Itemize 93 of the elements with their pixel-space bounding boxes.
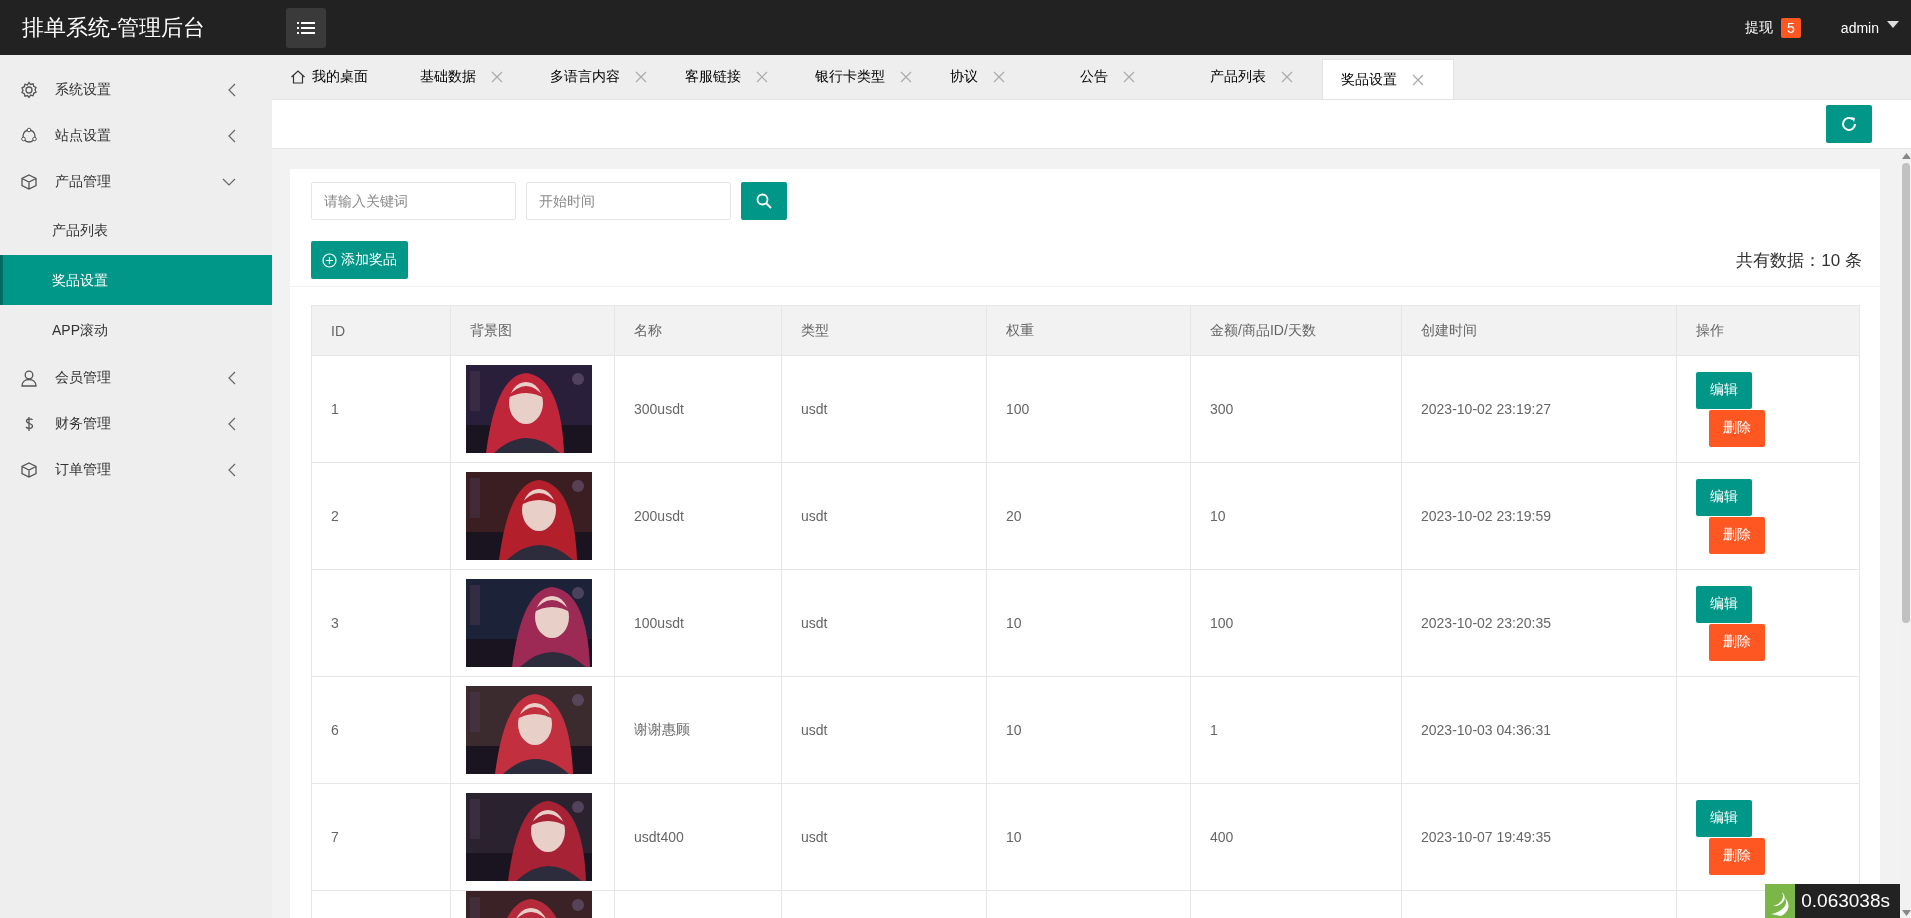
edit-button[interactable]: 编辑 bbox=[1696, 585, 1752, 623]
refresh-button[interactable] bbox=[1826, 105, 1872, 143]
column-header: ID bbox=[311, 305, 451, 356]
tab[interactable]: 协议 bbox=[932, 55, 1062, 99]
tab[interactable]: 基础数据 bbox=[402, 55, 532, 99]
caret-icon bbox=[1887, 21, 1899, 28]
refresh-icon bbox=[1840, 115, 1858, 133]
total-count: 共有数据：10 条 bbox=[1736, 249, 1862, 272]
table-cell: 7 bbox=[331, 829, 339, 845]
sidebar-item[interactable]: 会员管理 bbox=[0, 355, 272, 401]
user-icon bbox=[20, 369, 38, 387]
scroll-down-icon[interactable] bbox=[1901, 910, 1911, 916]
close-icon bbox=[900, 71, 912, 83]
app-title: 排单系统-管理后台 bbox=[21, 13, 207, 42]
sidebar-subitem[interactable]: 奖品设置 bbox=[0, 255, 272, 305]
menu-button[interactable] bbox=[286, 7, 326, 48]
tab[interactable]: 公告 bbox=[1062, 55, 1192, 99]
search-button[interactable] bbox=[741, 182, 787, 220]
scroll-up-icon[interactable] bbox=[1901, 153, 1911, 159]
tab[interactable]: 客服链接 bbox=[667, 55, 797, 99]
table-cell: 2 bbox=[331, 508, 339, 524]
table-cell: 谢谢惠顾 bbox=[634, 721, 690, 737]
close-icon bbox=[491, 71, 503, 83]
sidebar-item[interactable]: 站点设置 bbox=[0, 113, 272, 159]
column-header: 创建时间 bbox=[1401, 305, 1677, 356]
table-cell: usdt bbox=[801, 615, 828, 631]
edit-button[interactable]: 编辑 bbox=[1696, 371, 1752, 409]
close-icon bbox=[993, 71, 1005, 83]
table-cell: 10 bbox=[1006, 829, 1022, 845]
network-icon bbox=[20, 127, 38, 145]
withdraw-link[interactable]: 提现 bbox=[1745, 18, 1774, 37]
tab[interactable]: 奖品设置 bbox=[1322, 59, 1454, 99]
tab[interactable]: 银行卡类型 bbox=[797, 55, 932, 99]
timer-badge: 0.063038s bbox=[1765, 884, 1900, 918]
gear-icon bbox=[20, 81, 38, 99]
table-cell: 100 bbox=[1006, 401, 1030, 417]
table-cell: 2023-10-03 04:36:31 bbox=[1421, 722, 1551, 738]
table-cell: 300usdt bbox=[634, 401, 684, 417]
add-prize-button[interactable]: 添加奖品 bbox=[311, 241, 408, 279]
close-icon bbox=[756, 71, 768, 83]
edit-button[interactable]: 编辑 bbox=[1696, 478, 1752, 516]
close-icon bbox=[1123, 71, 1135, 83]
table-cell: usdt bbox=[801, 829, 828, 845]
table-cell: usdt bbox=[801, 401, 828, 417]
plus-circle-icon bbox=[322, 252, 337, 268]
column-header: 权重 bbox=[986, 305, 1191, 356]
keyword-field[interactable]: 请输入关键词 bbox=[311, 182, 516, 220]
close-icon bbox=[1281, 71, 1293, 83]
tab[interactable]: 产品列表 bbox=[1192, 55, 1322, 99]
table-cell: 10 bbox=[1006, 722, 1022, 738]
table-cell: 2023-10-02 23:19:59 bbox=[1421, 508, 1551, 524]
edit-button[interactable]: 编辑 bbox=[1696, 799, 1752, 837]
start-time-field[interactable]: 开始时间 bbox=[526, 182, 731, 220]
table-cell: 2023-10-02 23:20:35 bbox=[1421, 615, 1551, 631]
table-cell: 100usdt bbox=[634, 615, 684, 631]
table-cell: 100 bbox=[1210, 615, 1234, 631]
table-cell: usdt bbox=[801, 722, 828, 738]
user-menu[interactable]: admin bbox=[1840, 19, 1879, 36]
sidebar-subitem[interactable]: 产品列表 bbox=[0, 205, 272, 255]
table-cell: 20 bbox=[1006, 508, 1022, 524]
table-cell: 10 bbox=[1210, 508, 1226, 524]
table-cell: 400 bbox=[1210, 829, 1234, 845]
table-cell: usdt bbox=[801, 508, 828, 524]
close-icon bbox=[635, 71, 647, 83]
home-icon bbox=[290, 69, 306, 85]
sidebar-item[interactable]: 财务管理 bbox=[0, 401, 272, 447]
table-cell: 2023-10-02 23:19:27 bbox=[1421, 401, 1551, 417]
table-cell: 300 bbox=[1210, 401, 1234, 417]
tab[interactable]: 多语言内容 bbox=[532, 55, 667, 99]
table-cell: 200usdt bbox=[634, 508, 684, 524]
sidebar-subitem[interactable]: APP滚动 bbox=[0, 305, 272, 355]
count-badge: 5 bbox=[1781, 17, 1801, 38]
close-icon bbox=[1412, 73, 1424, 86]
table-cell: 1 bbox=[1210, 722, 1218, 738]
cube-icon bbox=[20, 173, 38, 191]
column-header: 类型 bbox=[781, 305, 987, 356]
table-cell: 1 bbox=[331, 401, 339, 417]
menu-icon bbox=[297, 20, 315, 35]
column-header: 背景图 bbox=[450, 305, 615, 356]
column-header: 金额/商品ID/天数 bbox=[1190, 305, 1402, 356]
table-cell: 3 bbox=[331, 615, 339, 631]
table-cell: usdt400 bbox=[634, 829, 684, 845]
cube-icon bbox=[20, 461, 38, 479]
tab[interactable]: 我的桌面 bbox=[272, 55, 402, 99]
table-cell: 6 bbox=[331, 722, 339, 738]
search-icon bbox=[756, 193, 772, 209]
column-header: 操作 bbox=[1676, 305, 1860, 356]
table-cell: 10 bbox=[1006, 615, 1022, 631]
column-header: 名称 bbox=[614, 305, 782, 356]
table-cell: 2023-10-07 19:49:35 bbox=[1421, 829, 1551, 845]
sidebar-item[interactable]: 系统设置 bbox=[0, 67, 272, 113]
sidebar-item[interactable]: 订单管理 bbox=[0, 447, 272, 493]
sidebar-item[interactable]: 产品管理 bbox=[0, 159, 272, 205]
